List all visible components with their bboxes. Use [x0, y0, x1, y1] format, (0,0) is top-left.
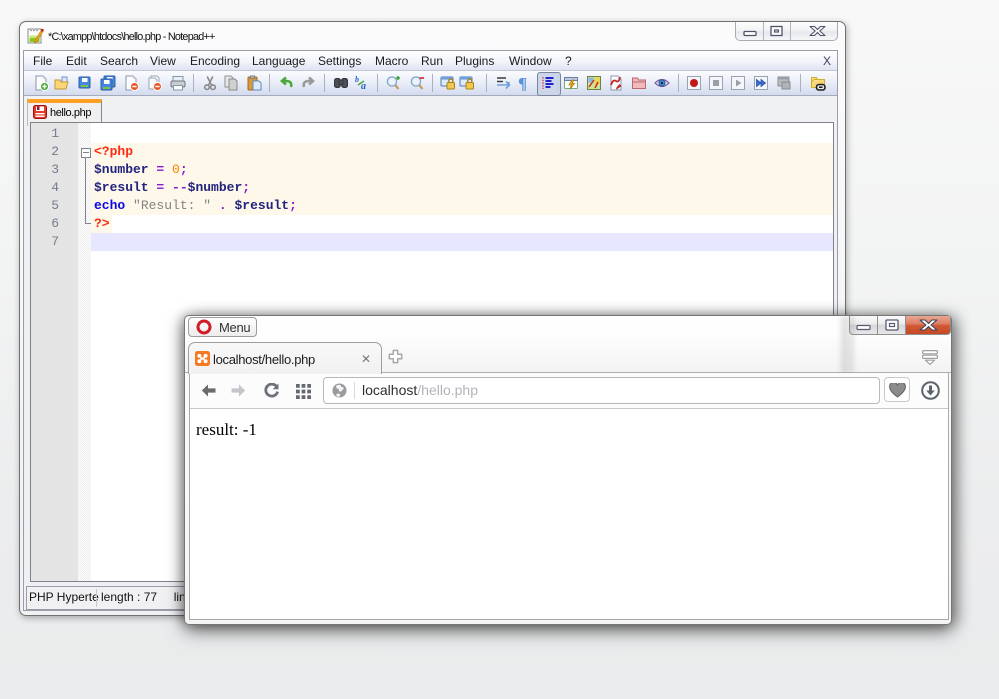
svg-text:¶: ¶	[518, 75, 527, 91]
svg-text:b: b	[355, 75, 359, 84]
